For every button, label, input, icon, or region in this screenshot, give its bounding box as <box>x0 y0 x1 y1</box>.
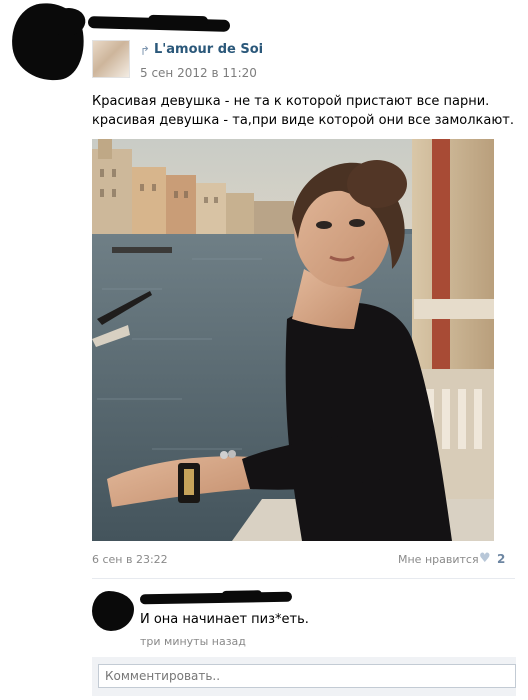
comment-time[interactable]: три минуты назад <box>140 635 246 648</box>
repost-source-name[interactable]: L'amour de Soi <box>154 42 263 57</box>
post-text: Красивая девушка - не та к которой прист… <box>92 92 522 130</box>
repost-source-date[interactable]: 5 сен 2012 в 11:20 <box>140 66 257 80</box>
repost-source-avatar[interactable] <box>92 40 130 78</box>
post-date[interactable]: 6 сен в 23:22 <box>92 553 168 566</box>
comment-text: И она начинает пиз*еть. <box>140 612 309 627</box>
redacted-author-avatar <box>6 0 90 86</box>
redacted-author-name <box>87 16 231 32</box>
post-text-line: красивая девушка - та,при виде которой о… <box>92 113 514 128</box>
repost-arrow-icon: ↱ <box>140 44 151 58</box>
post-photo[interactable] <box>92 139 494 541</box>
divider <box>92 578 515 579</box>
redacted-commenter-name <box>139 591 293 605</box>
heart-icon[interactable]: ♥ <box>479 551 491 566</box>
redacted-commenter-avatar <box>92 591 134 631</box>
post-text-line: Красивая девушка - не та к которой прист… <box>92 94 490 109</box>
like-count[interactable]: 2 <box>497 552 505 566</box>
like-label[interactable]: Мне нравится <box>398 553 479 566</box>
comment-input[interactable] <box>98 664 516 688</box>
